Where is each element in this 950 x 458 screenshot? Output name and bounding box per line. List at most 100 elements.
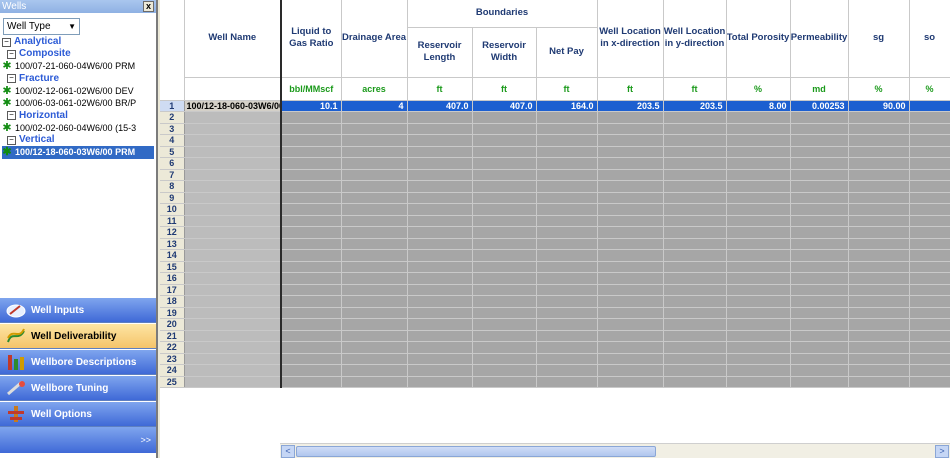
table-row[interactable]: 5 xyxy=(160,146,950,158)
grid-cell[interactable] xyxy=(848,169,910,181)
grid-cell[interactable] xyxy=(848,123,910,135)
grid-cell[interactable]: 0.00253 xyxy=(790,100,849,112)
grid-cell[interactable] xyxy=(790,318,849,331)
grid-cell[interactable] xyxy=(341,180,408,193)
grid-cell[interactable] xyxy=(407,226,473,239)
grid-cell[interactable] xyxy=(472,192,537,204)
tree-well-item[interactable]: ✱ 100/12-18-060-03W6/00 PRM xyxy=(2,146,154,159)
row-number[interactable]: 25 xyxy=(160,376,185,388)
row-number[interactable]: 3 xyxy=(160,123,185,135)
grid-cell[interactable] xyxy=(472,249,537,262)
grid-cell[interactable] xyxy=(184,180,282,193)
grid-cell[interactable] xyxy=(909,295,950,308)
grid-cell[interactable] xyxy=(597,284,664,296)
tree-category[interactable]: − Horizontal xyxy=(2,110,154,122)
grid-cell[interactable] xyxy=(536,215,598,227)
grid-cell[interactable] xyxy=(597,295,664,308)
grid-cell[interactable] xyxy=(663,272,727,285)
grid-cell[interactable] xyxy=(790,180,849,193)
grid-cell[interactable] xyxy=(726,226,791,239)
grid-cell[interactable] xyxy=(726,376,791,388)
grid-cell[interactable] xyxy=(341,341,408,354)
grid-cell[interactable] xyxy=(909,157,950,170)
grid-cell[interactable] xyxy=(536,307,598,319)
table-row[interactable]: 1 100/12-18-060-03W6/00 10.1 4 407.0 407.0 164… xyxy=(160,100,950,112)
grid-cell[interactable] xyxy=(341,364,408,377)
column-header[interactable]: Well Location in x-direction xyxy=(597,0,664,78)
grid-cell[interactable] xyxy=(726,123,791,135)
grid-cell[interactable] xyxy=(407,111,473,124)
grid-cell[interactable] xyxy=(597,157,664,170)
grid-cell[interactable] xyxy=(472,376,537,388)
grid-cell[interactable] xyxy=(184,307,282,319)
grid-cell[interactable] xyxy=(848,284,910,296)
grid-cell[interactable] xyxy=(281,111,342,124)
grid-cell[interactable] xyxy=(281,307,342,319)
table-row[interactable]: 4 xyxy=(160,134,950,147)
well-type-select[interactable]: Well Type ▼ xyxy=(3,18,80,35)
grid-cell[interactable] xyxy=(790,353,849,365)
grid-cell[interactable] xyxy=(909,307,950,319)
grid-cell[interactable] xyxy=(341,111,408,124)
grid-cell[interactable] xyxy=(597,376,664,388)
grid-cell[interactable] xyxy=(536,284,598,296)
grid-cell[interactable] xyxy=(184,157,282,170)
collapse-icon[interactable]: − xyxy=(7,74,16,83)
grid-cell[interactable] xyxy=(597,272,664,285)
grid-cell[interactable] xyxy=(536,376,598,388)
table-row[interactable]: 12 xyxy=(160,226,950,239)
grid-cell[interactable] xyxy=(663,226,727,239)
grid-cell[interactable] xyxy=(663,180,727,193)
grid-cell[interactable] xyxy=(281,215,342,227)
grid-cell[interactable] xyxy=(536,330,598,342)
horizontal-scrollbar[interactable]: < > xyxy=(280,443,950,458)
grid-cell[interactable] xyxy=(663,295,727,308)
grid-cell[interactable] xyxy=(407,284,473,296)
grid-cell[interactable] xyxy=(597,353,664,365)
table-row[interactable]: 20 xyxy=(160,318,950,331)
grid-cell[interactable] xyxy=(909,146,950,158)
grid-cell[interactable] xyxy=(341,376,408,388)
table-row[interactable]: 19 xyxy=(160,307,950,319)
grid-cell[interactable] xyxy=(726,169,791,181)
grid-cell[interactable] xyxy=(848,203,910,216)
grid-cell[interactable] xyxy=(726,341,791,354)
row-number[interactable]: 21 xyxy=(160,330,185,342)
grid-cell[interactable] xyxy=(848,330,910,342)
grid-cell[interactable] xyxy=(790,123,849,135)
grid-cell[interactable] xyxy=(184,134,282,147)
grid-cell[interactable] xyxy=(909,376,950,388)
grid-cell[interactable] xyxy=(790,295,849,308)
grid-cell[interactable] xyxy=(536,226,598,239)
grid-cell[interactable] xyxy=(597,318,664,331)
row-number[interactable]: 14 xyxy=(160,249,185,262)
grid-cell[interactable] xyxy=(597,249,664,262)
table-row[interactable]: 24 xyxy=(160,364,950,377)
column-header[interactable]: so xyxy=(909,0,950,78)
grid-cell[interactable] xyxy=(341,157,408,170)
tree-category[interactable]: − Vertical xyxy=(2,134,154,146)
grid-cell[interactable] xyxy=(407,261,473,273)
grid-cell[interactable] xyxy=(407,146,473,158)
table-row[interactable]: 17 xyxy=(160,284,950,296)
grid-cell[interactable] xyxy=(663,192,727,204)
row-number[interactable]: 4 xyxy=(160,134,185,147)
grid-cell[interactable] xyxy=(597,123,664,135)
grid-cell[interactable]: 8.00 xyxy=(726,100,791,112)
grid-cell[interactable] xyxy=(281,146,342,158)
grid-cell[interactable] xyxy=(726,238,791,250)
grid-cell[interactable] xyxy=(663,238,727,250)
grid-cell[interactable] xyxy=(341,192,408,204)
grid-cell[interactable] xyxy=(790,272,849,285)
grid-cell[interactable] xyxy=(909,272,950,285)
row-number[interactable]: 8 xyxy=(160,180,185,193)
grid-cell[interactable]: 90.00 xyxy=(848,100,910,112)
grid-cell[interactable] xyxy=(663,376,727,388)
grid-cell[interactable] xyxy=(790,111,849,124)
grid-cell[interactable] xyxy=(341,249,408,262)
grid-cell[interactable] xyxy=(909,169,950,181)
grid-cell[interactable] xyxy=(909,284,950,296)
table-row[interactable]: 9 xyxy=(160,192,950,204)
grid-cell[interactable] xyxy=(536,261,598,273)
grid-cell[interactable] xyxy=(281,341,342,354)
